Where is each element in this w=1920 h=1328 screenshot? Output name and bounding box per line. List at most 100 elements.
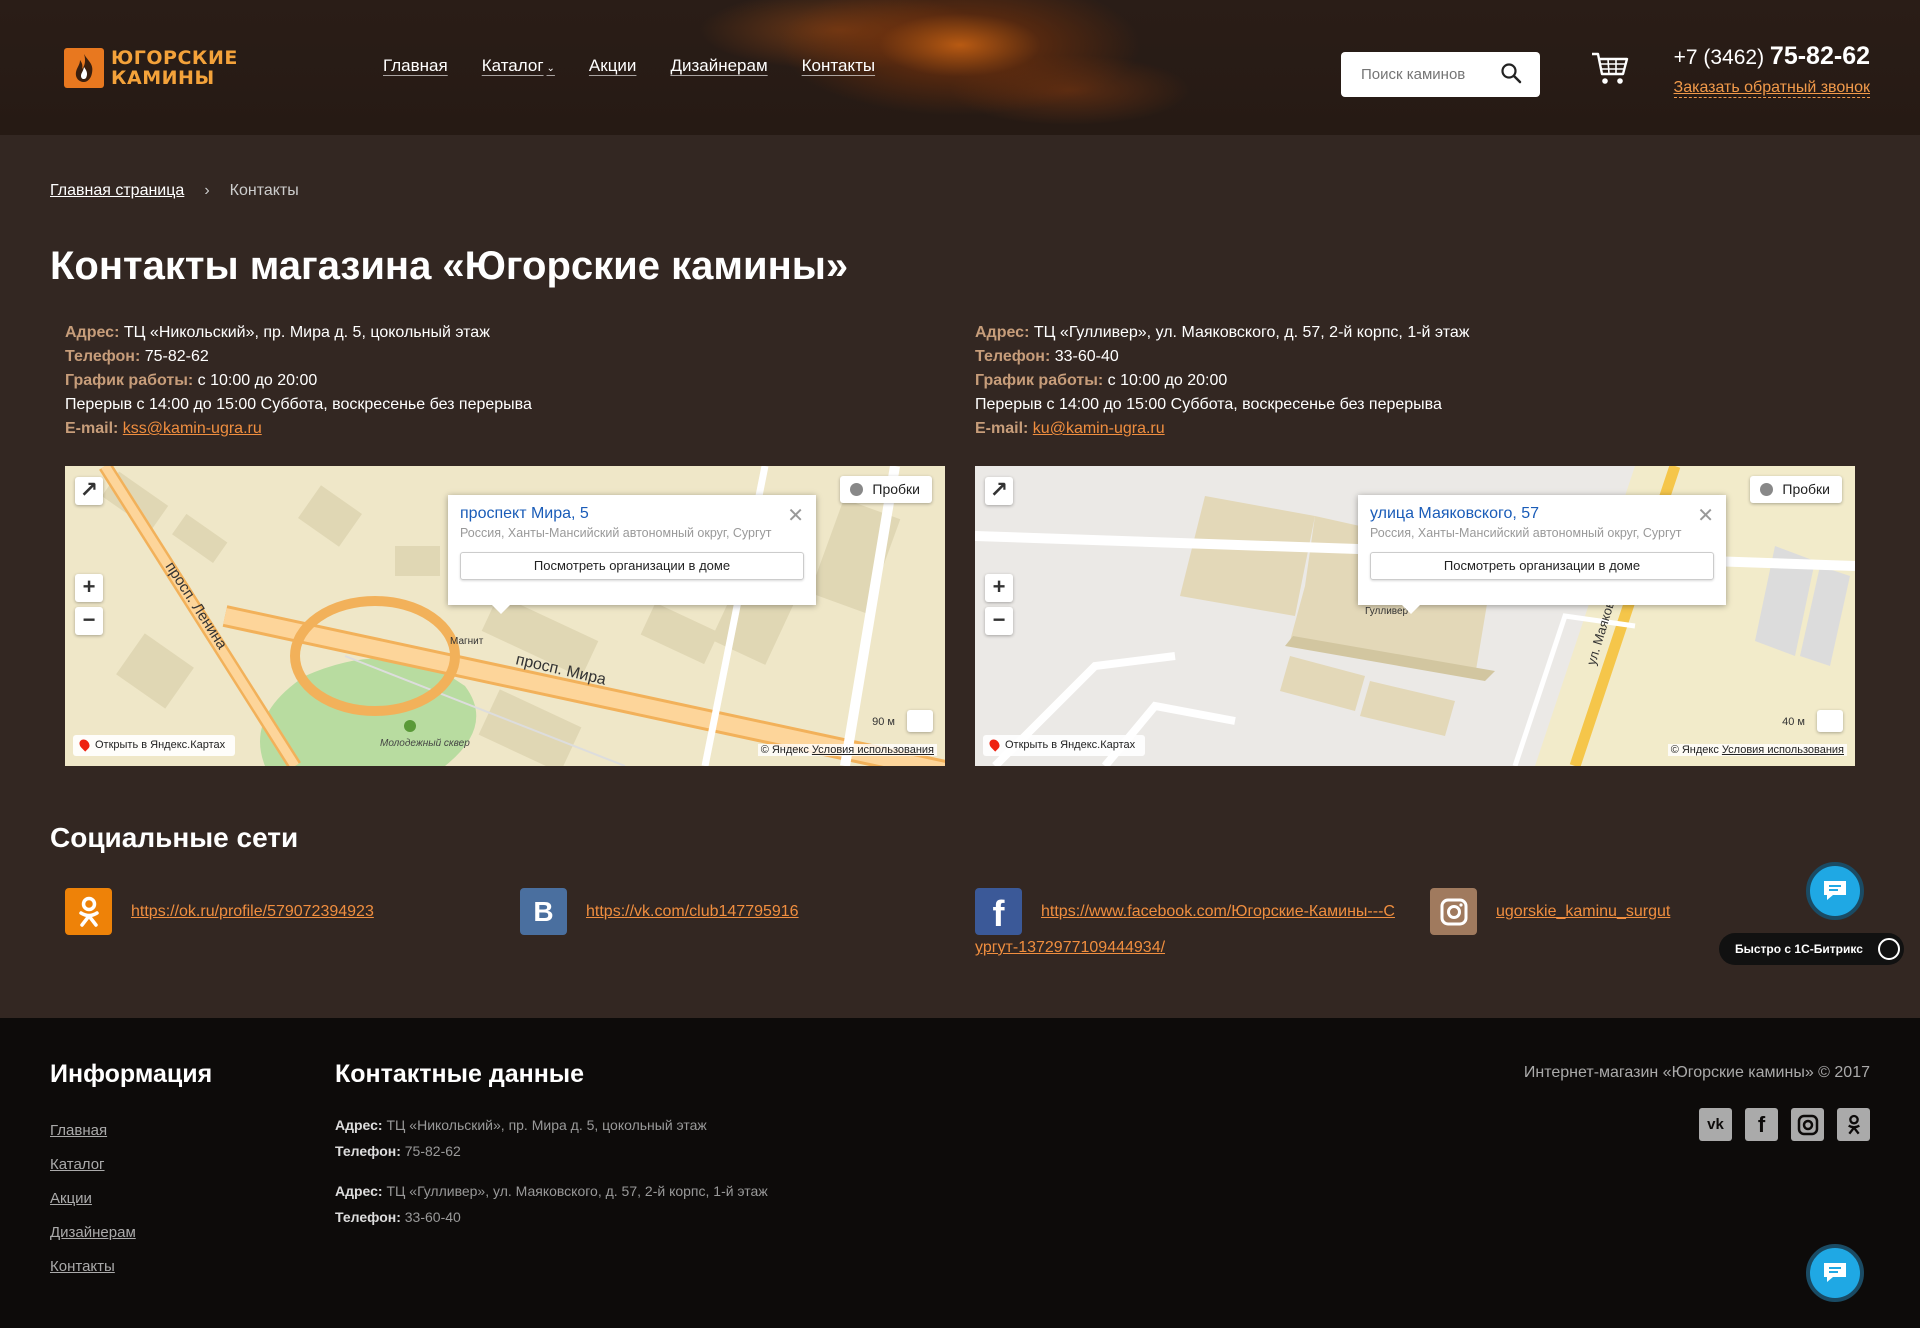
map-2[interactable]: ул. Маяковского Гулливер ↗ + − Пробки ул… [975, 466, 1855, 766]
footer-copyright: Интернет-магазин «Югорские камины» © 201… [1523, 1064, 1870, 1081]
odnoklassniki-icon[interactable] [1837, 1108, 1870, 1141]
phone-prefix: +7 (3462) [1673, 46, 1765, 69]
search-box [1341, 52, 1540, 97]
flame-icon [64, 48, 104, 88]
ruler-icon[interactable] [1817, 710, 1843, 732]
traffic-button[interactable]: Пробки [1750, 476, 1842, 503]
open-yandex-link[interactable]: Открыть в Яндекс.Картах [73, 735, 236, 756]
social-ok: https://ok.ru/profile/579072394923 [65, 888, 374, 935]
nav-catalog[interactable]: Каталог ⌄ [482, 56, 555, 76]
nav-catalog-label: Каталог [481, 56, 544, 75]
callback-link[interactable]: Заказать обратный звонок [1673, 79, 1870, 98]
email-label: E-mail: [975, 420, 1029, 437]
open-yandex-link[interactable]: Открыть в Яндекс.Картах [983, 735, 1146, 756]
footer-info-heading: Информация [50, 1060, 213, 1088]
ruler-icon[interactable] [907, 710, 933, 732]
footer-link-designers[interactable]: Дизайнерам [50, 1216, 136, 1250]
footer-contacts-heading: Контактные данные [335, 1060, 585, 1088]
chat-icon [1824, 1263, 1846, 1282]
footer-link-contacts[interactable]: Контакты [50, 1250, 136, 1284]
facebook-icon[interactable]: f [1745, 1108, 1778, 1141]
balloon-title[interactable]: проспект Мира, 5 [460, 505, 804, 523]
poi-square: Молодежный сквер [380, 738, 470, 749]
social-heading: Социальные сети [50, 822, 299, 853]
footer-link-home[interactable]: Главная [50, 1114, 136, 1148]
search-icon[interactable] [1500, 62, 1522, 89]
hours-value: с 10:00 до 20:00 [1107, 372, 1228, 389]
vk-icon[interactable]: vk [1699, 1108, 1732, 1141]
vk-icon[interactable]: В [520, 888, 567, 935]
nav-promo[interactable]: Акции [589, 56, 637, 76]
balloon-title[interactable]: улица Маяковского, 57 [1370, 505, 1714, 523]
phone-value: 75-82-62 [144, 348, 209, 365]
social-vk: В https://vk.com/club147795916 [520, 888, 799, 935]
zoom-out-button[interactable]: − [985, 607, 1013, 635]
traffic-button[interactable]: Пробки [840, 476, 932, 503]
chevron-down-icon: ⌄ [546, 63, 555, 74]
address-label: Адрес: [975, 324, 1030, 341]
chat-button[interactable] [1806, 862, 1864, 920]
instagram-icon[interactable] [1791, 1108, 1824, 1141]
social-vk-link[interactable]: https://vk.com/club147795916 [586, 903, 799, 921]
nav-contacts[interactable]: Контакты [802, 56, 875, 76]
balloon-subtitle: Россия, Ханты-Мансийский автономный окру… [460, 526, 772, 540]
email-link[interactable]: ku@kamin-ugra.ru [1033, 420, 1165, 437]
balloon-orgs-button[interactable]: Посмотреть организации в доме [1370, 552, 1714, 580]
breadcrumb-separator-icon: › [204, 182, 210, 199]
page-title: Контакты магазина «Югорские камины» [50, 244, 849, 288]
footer-link-promo[interactable]: Акции [50, 1182, 136, 1216]
terms-link[interactable]: Условия использования [812, 744, 934, 756]
balloon-subtitle: Россия, Ханты-Мансийский автономный окру… [1370, 526, 1682, 540]
map-scale: 40 м [1782, 716, 1805, 728]
bitrix-badge[interactable]: Быстро с 1С-Битрикс [1719, 933, 1904, 965]
social-ig: ugorskie_kaminu_surgut [1430, 888, 1670, 935]
nav-designers[interactable]: Дизайнерам [670, 56, 767, 76]
terms-link[interactable]: Условия использования [1722, 744, 1844, 756]
social-fb-link[interactable]: https://www.facebook.com/Югорские-Камины… [975, 894, 1395, 966]
address-value: ТЦ «Никольский», пр. Мира д. 5, цокольны… [123, 324, 490, 341]
social-ok-link[interactable]: https://ok.ru/profile/579072394923 [131, 903, 374, 921]
close-icon[interactable]: ✕ [1697, 503, 1714, 528]
breadcrumb-home[interactable]: Главная страница [50, 182, 184, 200]
phone-label: Телефон: [65, 348, 141, 365]
zoom-in-button[interactable]: + [985, 574, 1013, 602]
geolocation-icon[interactable]: ↗ [985, 477, 1013, 505]
footer-link-catalog[interactable]: Каталог [50, 1148, 136, 1182]
social-ig-link[interactable]: ugorskie_kaminu_surgut [1496, 903, 1670, 921]
footer-contacts: Адрес: ТЦ «Никольский», пр. Мира д. 5, ц… [335, 1112, 768, 1230]
breadcrumb: Главная страница › Контакты [50, 182, 299, 200]
close-icon[interactable]: ✕ [787, 503, 804, 528]
balloon-orgs-button[interactable]: Посмотреть организации в доме [460, 552, 804, 580]
hours-label: График работы: [975, 372, 1104, 389]
email-link[interactable]: kss@kamin-ugra.ru [123, 420, 262, 437]
logo[interactable]: ЮГОРСКИЕ КАМИНЫ [64, 48, 237, 88]
phone-main: 75-82-62 [1769, 42, 1870, 70]
copyright-text: © Яндекс [760, 744, 809, 756]
map-1[interactable]: просп. Ленина просп. Мира Магнит Молодеж… [65, 466, 945, 766]
zoom-in-button[interactable]: + [75, 574, 103, 602]
nav-home[interactable]: Главная [383, 56, 448, 76]
odnoklassniki-icon[interactable] [65, 888, 112, 935]
instagram-icon[interactable] [1430, 888, 1477, 935]
geolocation-icon[interactable]: ↗ [75, 477, 103, 505]
footer-addr-label: Адрес: [335, 1117, 383, 1133]
footer-phone-1: 75-82-62 [404, 1143, 461, 1159]
break-info: Перерыв с 14:00 до 15:00 Суббота, воскре… [65, 396, 532, 413]
shop-info-2: Адрес: ТЦ «Гулливер», ул. Маяковского, д… [975, 321, 1470, 441]
shop-info-1: Адрес: ТЦ «Никольский», пр. Мира д. 5, ц… [65, 321, 532, 441]
site-footer: Информация Главная Каталог Акции Дизайне… [0, 1018, 1920, 1328]
social-fb: f https://www.facebook.com/Югорские-Ками… [975, 888, 1395, 966]
zoom-out-button[interactable]: − [75, 607, 103, 635]
chat-icon [1824, 881, 1846, 900]
search-input[interactable] [1361, 66, 1501, 83]
footer-links: Главная Каталог Акции Дизайнерам Контакт… [50, 1114, 136, 1284]
phone-number[interactable]: +7 (3462) 75-82-62 [1674, 42, 1870, 71]
chat-button-footer[interactable] [1806, 1244, 1864, 1302]
cart-icon[interactable] [1590, 50, 1630, 91]
bitrix-label: Быстро с 1С-Битрикс [1735, 942, 1863, 956]
hours-value: с 10:00 до 20:00 [197, 372, 318, 389]
map-copyright: © Яндекс Условия использования [1667, 744, 1847, 756]
email-label: E-mail: [65, 420, 119, 437]
address-label: Адрес: [65, 324, 120, 341]
map-scale: 90 м [872, 716, 895, 728]
